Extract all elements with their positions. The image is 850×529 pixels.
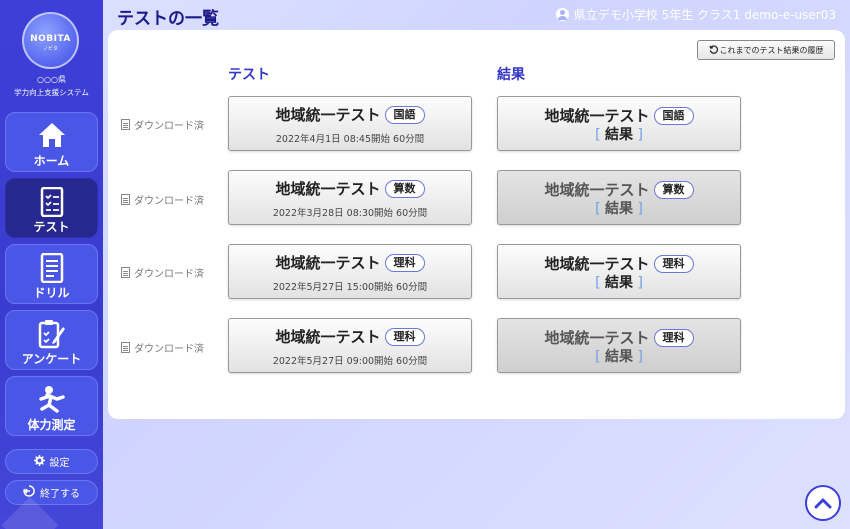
history-label: これまでのテスト結果の履歴 — [719, 45, 824, 55]
logo-sub: ノビタ — [42, 46, 58, 52]
subject-badge: 算数 — [384, 179, 425, 198]
download-status: ダウンロード済 — [121, 265, 204, 280]
gear-icon — [33, 454, 45, 469]
document-icon — [121, 267, 130, 278]
test-name: 地域統一テスト — [544, 329, 650, 347]
test-date: 2022年4月1日 08:45開始 60分間 — [275, 134, 425, 145]
result-label-wrap: [ 結果 ] — [595, 127, 643, 143]
settings-button[interactable]: 設定 — [5, 449, 98, 474]
nobita-logo: NOBITA ノビタ — [22, 12, 79, 69]
test-title: 地域統一テスト 理科 — [229, 326, 471, 347]
nav-drill[interactable]: ドリル — [5, 244, 98, 304]
logo-text: NOBITA — [30, 34, 71, 44]
test-date: 2022年3月28日 08:30開始 60分間 — [272, 208, 428, 219]
result-label: 結果 — [605, 127, 633, 143]
test-button[interactable]: 地域統一テスト 算数 2022年3月28日 08:30開始 60分間 — [228, 170, 472, 225]
subject-badge: 国語 — [653, 106, 694, 125]
column-header-result: 結果 — [497, 67, 525, 83]
test-name: 地域統一テスト — [275, 328, 381, 346]
result-title: 地域統一テスト 国語 — [498, 105, 740, 126]
result-label: 結果 — [605, 201, 633, 217]
nav-home[interactable]: ホーム — [5, 112, 98, 172]
download-status-label: ダウンロード済 — [134, 344, 204, 355]
test-button[interactable]: 地域統一テスト 理科 2022年5月27日 09:00開始 60分間 — [228, 318, 472, 373]
logout-label: 終了する — [40, 489, 80, 500]
test-title: 地域統一テスト 理科 — [229, 252, 471, 273]
nav-fitness[interactable]: 体力測定 — [5, 376, 98, 436]
page-title: テストの一覧 — [117, 9, 219, 29]
logout-button[interactable]: 終了する — [5, 480, 98, 505]
sidebar: NOBITA ノビタ ○○○県 学力向上支援システム ホーム テスト ドリル ア… — [0, 0, 103, 529]
fitness-icon — [6, 385, 97, 413]
test-name: 地域統一テスト — [544, 255, 650, 273]
nav-home-label: ホーム — [33, 154, 70, 168]
result-button-disabled: 地域統一テスト 算数 [ 結果 ] — [497, 170, 741, 225]
test-list-icon — [6, 187, 97, 217]
subject-badge: 理科 — [384, 253, 425, 272]
download-status-label: ダウンロード済 — [134, 269, 204, 280]
survey-icon — [6, 319, 97, 349]
org-name: ○○○県 — [37, 75, 66, 84]
subject-badge: 理科 — [384, 327, 425, 346]
result-button[interactable]: 地域統一テスト 理科 [ 結果 ] — [497, 244, 741, 299]
result-label-wrap: [ 結果 ] — [595, 275, 643, 291]
result-button-disabled: 地域統一テスト 理科 [ 結果 ] — [497, 318, 741, 373]
download-status-label: ダウンロード済 — [134, 121, 204, 132]
download-status: ダウンロード済 — [121, 192, 204, 207]
column-header-test: テスト — [228, 67, 270, 83]
test-name: 地域統一テスト — [275, 254, 381, 272]
nav-survey[interactable]: アンケート — [5, 310, 98, 370]
download-status: ダウンロード済 — [121, 117, 204, 132]
refresh-icon — [708, 44, 718, 56]
download-status: ダウンロード済 — [121, 340, 204, 355]
subject-badge: 理科 — [653, 254, 694, 273]
scroll-to-top-button[interactable] — [805, 485, 841, 521]
user-info: 県立デモ小学校 5年生 クラス1 demo-e-user03 — [555, 6, 836, 23]
test-name: 地域統一テスト — [275, 180, 381, 198]
test-name: 地域統一テスト — [544, 181, 650, 199]
nav-survey-label: アンケート — [21, 352, 82, 366]
result-label: 結果 — [605, 349, 633, 365]
drill-icon — [6, 253, 97, 283]
test-button[interactable]: 地域統一テスト 国語 2022年4月1日 08:45開始 60分間 — [228, 96, 472, 151]
nav-fitness-label: 体力測定 — [27, 418, 76, 432]
result-title: 地域統一テスト 算数 — [498, 179, 740, 200]
nav-test[interactable]: テスト — [5, 178, 98, 238]
test-date: 2022年5月27日 09:00開始 60分間 — [272, 356, 428, 367]
nav-test-label: テスト — [33, 220, 70, 234]
history-button[interactable]: これまでのテスト結果の履歴 — [697, 40, 835, 60]
test-name: 地域統一テスト — [544, 107, 650, 125]
test-title: 地域統一テスト 算数 — [229, 178, 471, 199]
test-name: 地域統一テスト — [275, 106, 381, 124]
test-title: 地域統一テスト 国語 — [229, 104, 471, 125]
chevron-up-icon — [814, 494, 832, 513]
document-icon — [121, 119, 130, 130]
subject-badge: 理科 — [653, 328, 694, 347]
system-name: 学力向上支援システム — [14, 88, 89, 97]
download-status-label: ダウンロード済 — [134, 196, 204, 207]
home-icon — [6, 121, 97, 149]
subject-badge: 国語 — [384, 105, 425, 124]
result-label: 結果 — [605, 275, 633, 291]
result-button[interactable]: 地域統一テスト 国語 [ 結果 ] — [497, 96, 741, 151]
test-button[interactable]: 地域統一テスト 理科 2022年5月27日 15:00開始 60分間 — [228, 244, 472, 299]
settings-label: 設定 — [49, 458, 70, 469]
document-icon — [121, 342, 130, 353]
nav-drill-label: ドリル — [33, 286, 70, 300]
result-label-wrap: [ 結果 ] — [595, 349, 643, 365]
user-icon — [555, 8, 569, 21]
subject-badge: 算数 — [653, 180, 694, 199]
document-icon — [121, 194, 130, 205]
result-title: 地域統一テスト 理科 — [498, 253, 740, 274]
result-label-wrap: [ 結果 ] — [595, 201, 643, 217]
test-date: 2022年5月27日 15:00開始 60分間 — [272, 282, 428, 293]
user-label: 県立デモ小学校 5年生 クラス1 demo-e-user03 — [573, 8, 836, 22]
result-title: 地域統一テスト 理科 — [498, 327, 740, 348]
